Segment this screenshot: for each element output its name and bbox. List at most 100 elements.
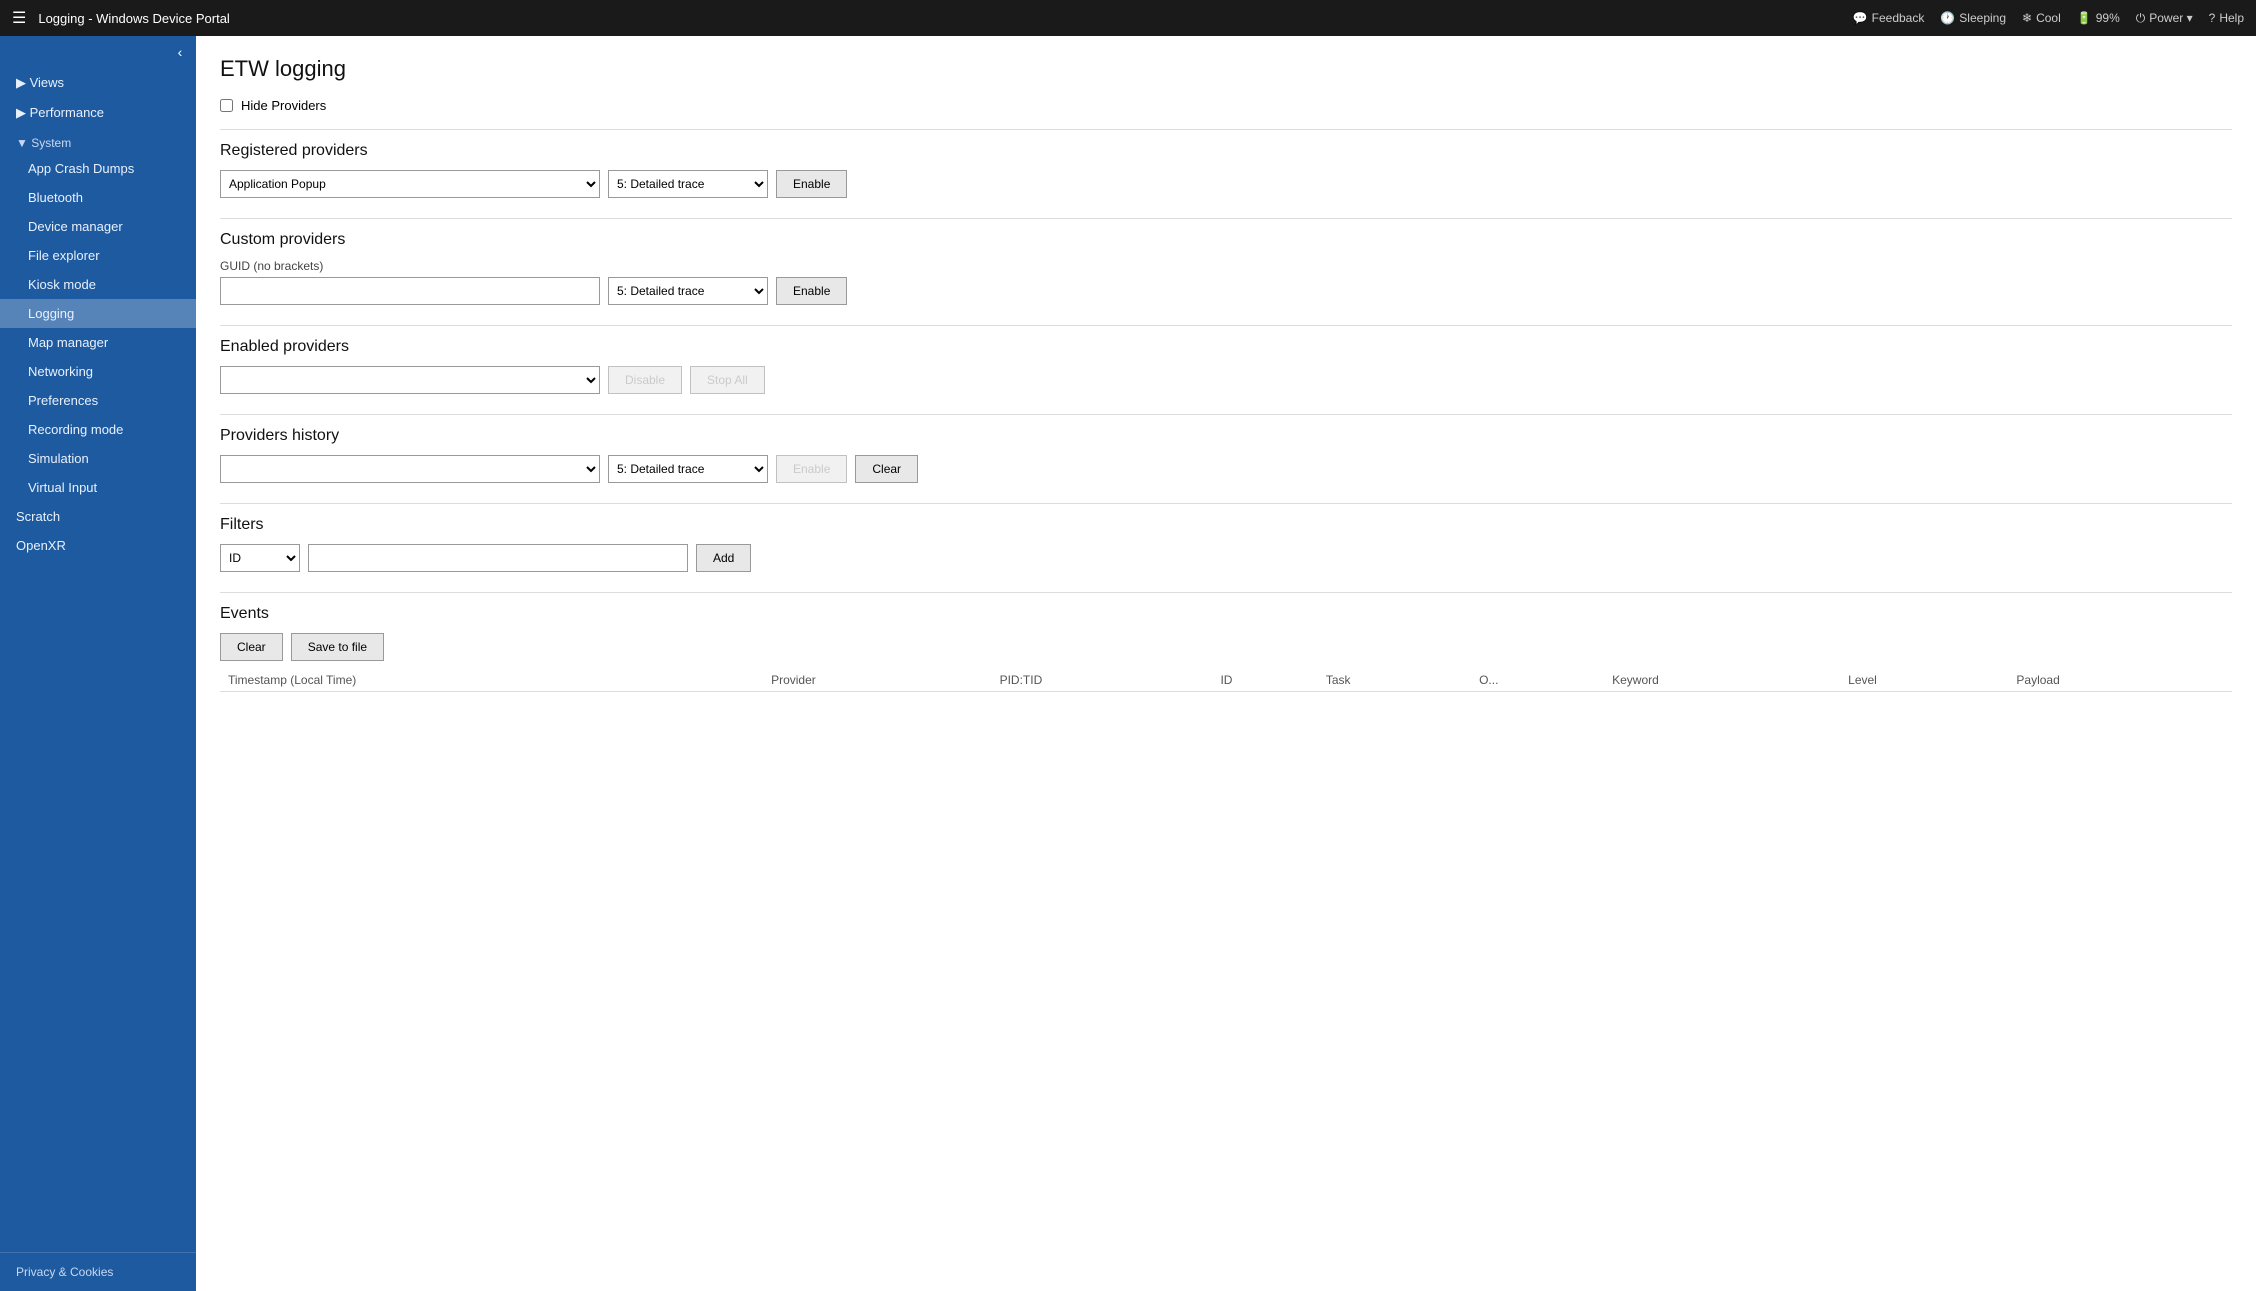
custom-enable-button[interactable]: Enable xyxy=(776,277,847,305)
events-header-row: Timestamp (Local Time) Provider PID:TID … xyxy=(220,669,2232,692)
titlebar-title: Logging - Windows Device Portal xyxy=(38,11,1852,26)
col-task: Task xyxy=(1318,669,1471,692)
events-table-header: Timestamp (Local Time) Provider PID:TID … xyxy=(220,669,2232,692)
sidebar-item-device-manager[interactable]: Device manager xyxy=(0,212,196,241)
openxr-label: OpenXR xyxy=(16,538,66,553)
sleeping-label: Sleeping xyxy=(1959,11,2006,25)
sidebar-item-app-crash-dumps[interactable]: App Crash Dumps xyxy=(0,154,196,183)
sidebar-item-performance[interactable]: ▶ Performance xyxy=(0,98,196,128)
filter-add-button[interactable]: Add xyxy=(696,544,751,572)
registered-provider-select[interactable]: Application Popup xyxy=(220,170,600,198)
sidebar-item-file-explorer[interactable]: File explorer xyxy=(0,241,196,270)
sidebar-item-map-manager[interactable]: Map manager xyxy=(0,328,196,357)
events-clear-button[interactable]: Clear xyxy=(220,633,283,661)
sidebar-item-simulation[interactable]: Simulation xyxy=(0,444,196,473)
events-title: Events xyxy=(220,605,2232,623)
history-trace-select[interactable]: 5: Detailed trace 1: Critical 2: Error 3… xyxy=(608,455,768,483)
sidebar-collapse-button[interactable]: ‹ xyxy=(164,36,196,68)
enabled-provider-select[interactable] xyxy=(220,366,600,394)
app-crash-dumps-label: App Crash Dumps xyxy=(28,161,134,176)
events-table: Timestamp (Local Time) Provider PID:TID … xyxy=(220,669,2232,692)
content-area: ETW logging Hide Providers Registered pr… xyxy=(196,36,2256,1291)
history-clear-button[interactable]: Clear xyxy=(855,455,918,483)
disable-button[interactable]: Disable xyxy=(608,366,682,394)
help-icon: ? xyxy=(2209,11,2216,25)
virtual-input-label: Virtual Input xyxy=(28,480,97,495)
providers-history-divider xyxy=(220,414,2232,415)
events-save-button[interactable]: Save to file xyxy=(291,633,384,661)
col-pid-tid: PID:TID xyxy=(992,669,1213,692)
col-timestamp: Timestamp (Local Time) xyxy=(220,669,763,692)
power-icon: ⏻ xyxy=(2136,11,2146,26)
events-section: Events Clear Save to file Timestamp (Loc… xyxy=(220,592,2232,692)
hide-providers-label: Hide Providers xyxy=(241,98,326,113)
filter-type-select[interactable]: ID Provider Task Level xyxy=(220,544,300,572)
cool-icon: ❄ xyxy=(2022,11,2032,25)
providers-history-section: Providers history 5: Detailed trace 1: C… xyxy=(220,414,2232,483)
sidebar-item-kiosk-mode[interactable]: Kiosk mode xyxy=(0,270,196,299)
sidebar-section-system[interactable]: ▼ System xyxy=(0,128,196,154)
main-layout: ‹ ▶ Views ▶ Performance ▼ System App Cra… xyxy=(0,36,2256,1291)
performance-label: ▶ Performance xyxy=(16,105,104,121)
privacy-label: Privacy & Cookies xyxy=(16,1265,113,1279)
cool-action[interactable]: ❄ Cool xyxy=(2022,11,2061,25)
kiosk-mode-label: Kiosk mode xyxy=(28,277,96,292)
col-level: Level xyxy=(1840,669,2008,692)
history-provider-select[interactable] xyxy=(220,455,600,483)
providers-history-title: Providers history xyxy=(220,427,2232,445)
power-action[interactable]: ⏻ Power ▾ xyxy=(2136,11,2193,26)
sidebar-item-scratch[interactable]: Scratch xyxy=(0,502,196,531)
system-label: ▼ System xyxy=(16,136,71,150)
custom-trace-select[interactable]: 5: Detailed trace 1: Critical 2: Error 3… xyxy=(608,277,768,305)
scratch-label: Scratch xyxy=(16,509,60,524)
feedback-icon: 💬 xyxy=(1853,11,1868,25)
menu-icon[interactable]: ☰ xyxy=(12,8,26,28)
enabled-providers-divider xyxy=(220,325,2232,326)
filters-controls: ID Provider Task Level Add xyxy=(220,544,2232,572)
feedback-action[interactable]: 💬 Feedback xyxy=(1853,11,1925,25)
sidebar-item-bluetooth[interactable]: Bluetooth xyxy=(0,183,196,212)
registered-trace-select[interactable]: 5: Detailed trace 1: Critical 2: Error 3… xyxy=(608,170,768,198)
history-enable-button[interactable]: Enable xyxy=(776,455,847,483)
sidebar-item-virtual-input[interactable]: Virtual Input xyxy=(0,473,196,502)
sidebar-item-views[interactable]: ▶ Views xyxy=(0,68,196,98)
sidebar-item-recording-mode[interactable]: Recording mode xyxy=(0,415,196,444)
filters-title: Filters xyxy=(220,516,2232,534)
simulation-label: Simulation xyxy=(28,451,89,466)
sidebar-item-networking[interactable]: Networking xyxy=(0,357,196,386)
hide-providers-row: Hide Providers xyxy=(220,98,2232,113)
help-action[interactable]: ? Help xyxy=(2209,11,2244,25)
help-label: Help xyxy=(2219,11,2244,25)
sidebar: ‹ ▶ Views ▶ Performance ▼ System App Cra… xyxy=(0,36,196,1291)
registered-enable-button[interactable]: Enable xyxy=(776,170,847,198)
views-label: ▶ Views xyxy=(16,75,64,91)
sidebar-item-openxr[interactable]: OpenXR xyxy=(0,531,196,560)
titlebar-actions: 💬 Feedback 🕐 Sleeping ❄ Cool 🔋 99% ⏻ Pow… xyxy=(1853,11,2244,26)
battery-action[interactable]: 🔋 99% xyxy=(2077,11,2120,25)
sidebar-item-preferences[interactable]: Preferences xyxy=(0,386,196,415)
cool-label: Cool xyxy=(2036,11,2061,25)
events-buttons: Clear Save to file xyxy=(220,633,2232,661)
enabled-providers-title: Enabled providers xyxy=(220,338,2232,356)
sidebar-item-logging[interactable]: Logging xyxy=(0,299,196,328)
providers-history-controls: 5: Detailed trace 1: Critical 2: Error 3… xyxy=(220,455,2232,483)
stop-all-button[interactable]: Stop All xyxy=(690,366,765,394)
hide-providers-checkbox[interactable] xyxy=(220,99,233,112)
sidebar-footer-privacy[interactable]: Privacy & Cookies xyxy=(0,1252,196,1291)
registered-providers-title: Registered providers xyxy=(220,142,2232,160)
col-opcode: O... xyxy=(1471,669,1604,692)
sleeping-action[interactable]: 🕐 Sleeping xyxy=(1940,11,2006,25)
custom-providers-controls: 5: Detailed trace 1: Critical 2: Error 3… xyxy=(220,277,2232,305)
custom-providers-title: Custom providers xyxy=(220,231,2232,249)
preferences-label: Preferences xyxy=(28,393,98,408)
registered-providers-controls: Application Popup 5: Detailed trace 1: C… xyxy=(220,170,2232,198)
feedback-label: Feedback xyxy=(1872,11,1925,25)
col-provider: Provider xyxy=(763,669,991,692)
registered-providers-divider xyxy=(220,129,2232,130)
networking-label: Networking xyxy=(28,364,93,379)
page-title: ETW logging xyxy=(220,56,2232,82)
guid-input[interactable] xyxy=(220,277,600,305)
registered-providers-section: Registered providers Application Popup 5… xyxy=(220,129,2232,198)
filter-value-input[interactable] xyxy=(308,544,688,572)
sleeping-icon: 🕐 xyxy=(1940,11,1955,25)
